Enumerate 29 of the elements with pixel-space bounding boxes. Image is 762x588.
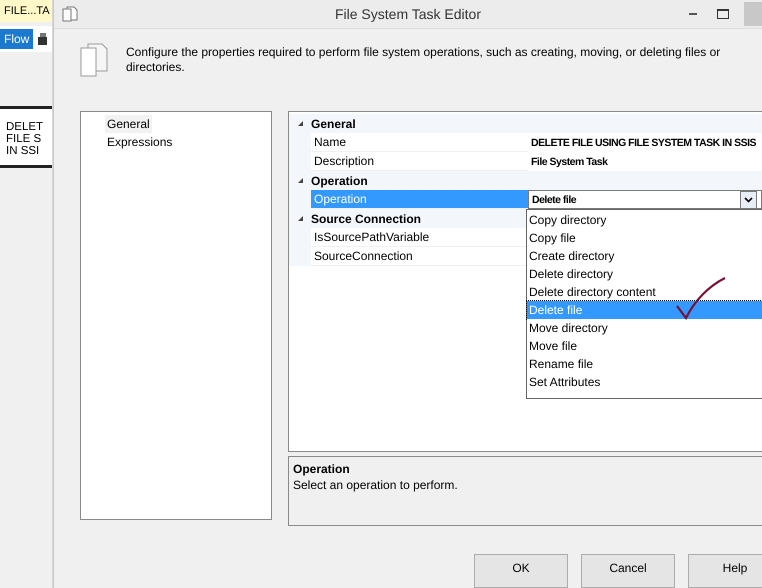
document-icon [62, 6, 78, 22]
task-label: DELET [6, 121, 44, 133]
property-value: File System Task [531, 156, 608, 168]
checkmark-icon [675, 276, 727, 320]
help-title: Operation [293, 462, 351, 476]
page-item[interactable]: General [105, 115, 152, 133]
document-tab[interactable]: FILE...TA [0, 0, 52, 22]
task-box[interactable]: DELET FILE S IN SSI [0, 106, 52, 168]
minimize-icon [689, 12, 697, 16]
value-dropdown[interactable]: Delete file [528, 190, 762, 209]
category-label: Operation [311, 174, 368, 188]
description-text: Configure the properties required to perform file system operations, such as creating, moving, or deleting files or directories. [126, 44, 722, 76]
chevron-down-icon [744, 196, 753, 202]
dialog-button[interactable]: OK [474, 554, 568, 588]
toolbox-icon[interactable] [37, 32, 50, 46]
property-value: DELETE FILE USING FILE SYSTEM TASK IN SSIS [531, 136, 756, 148]
dialog-button[interactable]: Help [688, 554, 762, 588]
maximize-icon [717, 8, 729, 19]
task-label: IN SSI [6, 145, 40, 157]
page-item[interactable]: Expressions [105, 133, 174, 151]
task-label: FILE S [6, 133, 42, 145]
window-title: File System Task Editor [334, 6, 482, 22]
dialog-button[interactable]: Cancel [581, 554, 675, 588]
category-label: Source Connection [311, 212, 422, 226]
documents-icon [80, 42, 108, 77]
flow-tab[interactable]: Flow [0, 29, 34, 49]
help-text: Select an operation to perform. [293, 478, 459, 492]
category-label: General [311, 116, 356, 130]
dropdown-button[interactable] [740, 190, 757, 208]
